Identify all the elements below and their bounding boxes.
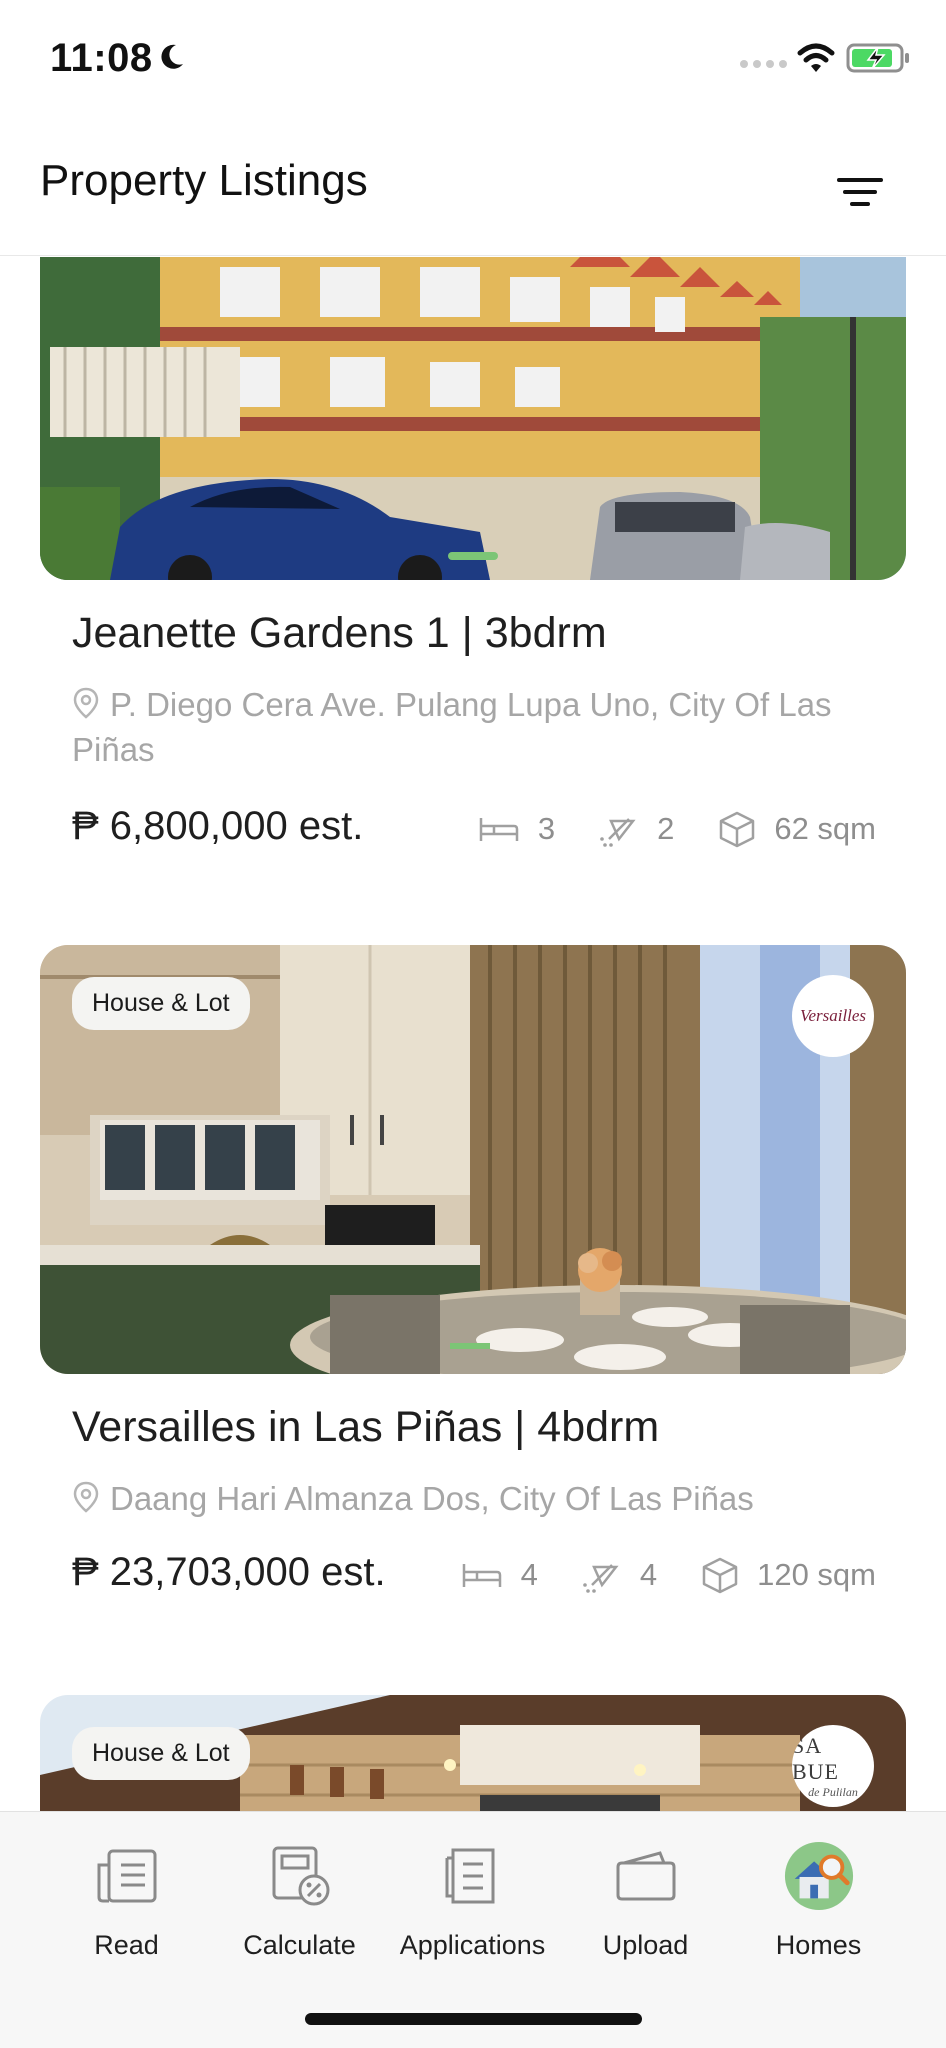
- nav-applications[interactable]: Applications: [386, 1840, 559, 1980]
- cellular-signal-icon: [740, 60, 787, 68]
- floor-area: 120 sqm: [757, 1557, 876, 1592]
- nav-label: Read: [94, 1930, 159, 1960]
- property-type-tag: House & Lot: [72, 977, 250, 1030]
- listing-address: P. Diego Cera Ave. Pulang Lupa Uno, City…: [72, 682, 892, 772]
- shower-icon: [600, 818, 636, 847]
- upload-icon: [610, 1840, 682, 1912]
- listing-specs: 4 4 120 sqm: [461, 1555, 876, 1595]
- listing-address: Daang Hari Almanza Dos, City Of Las Piña…: [72, 1476, 892, 1521]
- bedroom-count: 3: [537, 811, 556, 846]
- townhouse-photo: [40, 257, 906, 580]
- bedroom-count: 4: [520, 1557, 538, 1592]
- developer-logo: Versailles: [792, 975, 874, 1057]
- app-header: Property Listings: [0, 120, 946, 256]
- nav-read[interactable]: Read: [40, 1840, 213, 1980]
- nav-label: Upload: [602, 1930, 689, 1960]
- area-cube-icon: [702, 1557, 738, 1594]
- listing-card[interactable]: Jeanette Gardens 1 | 3bdrm P. Diego Cera…: [40, 257, 906, 907]
- listing-title[interactable]: Jeanette Gardens 1 | 3bdrm: [72, 609, 607, 658]
- filter-button[interactable]: [824, 162, 896, 222]
- bottom-navigation: Read Calculate Applications Upload Homes: [0, 1811, 946, 2048]
- listing-card[interactable]: House & Lot Versailles Versailles in Las…: [40, 945, 906, 1645]
- listing-title[interactable]: Versailles in Las Piñas | 4bdrm: [72, 1403, 659, 1452]
- nav-label: Homes: [775, 1930, 862, 1960]
- homes-icon: [783, 1840, 855, 1912]
- read-icon: [91, 1840, 163, 1912]
- bed-icon: [479, 818, 519, 841]
- nav-homes[interactable]: Homes: [732, 1840, 905, 1980]
- location-pin-icon: [73, 687, 99, 719]
- listing-card[interactable]: House & Lot SA BUE de Pulilan: [40, 1695, 906, 1811]
- property-type-tag: House & Lot: [72, 1727, 250, 1780]
- listing-image[interactable]: House & Lot Versailles: [40, 945, 906, 1374]
- location-pin-icon: [73, 1481, 99, 1513]
- moon-icon: [161, 44, 183, 69]
- developer-logo: SA BUE de Pulilan: [792, 1725, 874, 1807]
- listing-address-text: P. Diego Cera Ave. Pulang Lupa Uno, City…: [72, 686, 832, 768]
- listing-price: ₱ 6,800,000 est.: [72, 804, 364, 848]
- listing-image[interactable]: [40, 257, 906, 580]
- page-title: Property Listings: [40, 156, 368, 205]
- listing-address-text: Daang Hari Almanza Dos, City Of Las Piña…: [110, 1480, 754, 1517]
- calculate-icon: [264, 1840, 336, 1912]
- shower-icon: [583, 1564, 619, 1593]
- listing-price: ₱ 23,703,000 est.: [72, 1550, 386, 1594]
- bed-icon: [462, 1564, 501, 1587]
- home-indicator[interactable]: [305, 2013, 642, 2025]
- status-bar: 11:08: [0, 0, 946, 120]
- carousel-indicator: [448, 552, 498, 560]
- wifi-icon: [797, 43, 835, 72]
- nav-label: Calculate: [243, 1930, 356, 1960]
- applications-icon: [437, 1840, 509, 1912]
- nav-calculate[interactable]: Calculate: [213, 1840, 386, 1980]
- status-time: 11:08: [50, 36, 153, 80]
- nav-label: Applications: [399, 1930, 546, 1960]
- bathroom-count: 2: [657, 811, 675, 846]
- listings-scroll-area[interactable]: Jeanette Gardens 1 | 3bdrm P. Diego Cera…: [0, 257, 946, 1811]
- listing-image[interactable]: House & Lot SA BUE de Pulilan: [40, 1695, 906, 1811]
- listing-specs: 3 2 62 sqm: [478, 809, 876, 849]
- area-cube-icon: [720, 811, 755, 848]
- bathroom-count: 4: [639, 1557, 658, 1592]
- floor-area: 62 sqm: [774, 811, 876, 846]
- filter-icon: [837, 178, 883, 182]
- battery-icon: [846, 43, 909, 73]
- nav-upload[interactable]: Upload: [559, 1840, 732, 1980]
